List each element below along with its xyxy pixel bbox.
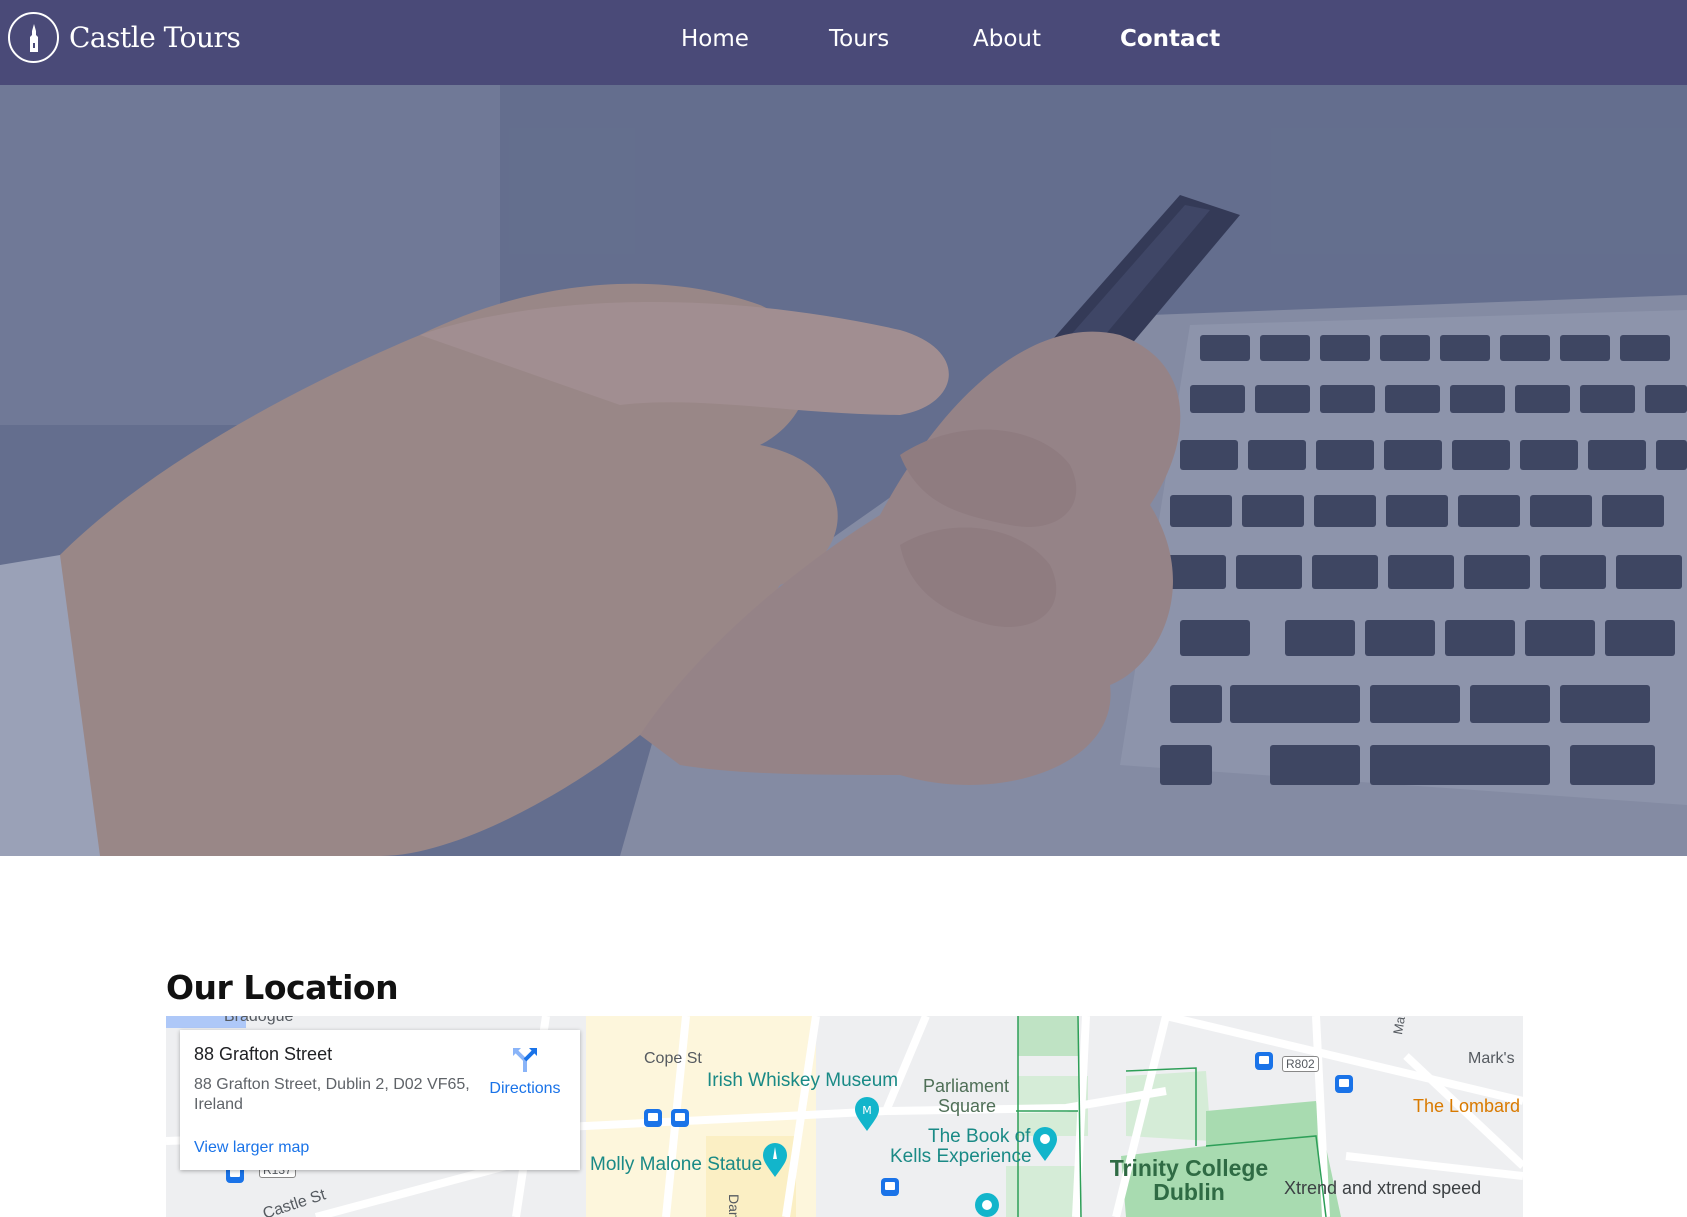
main-nav: Home Tours About Contact: [0, 0, 1687, 85]
site-header: Castle Tours Home Tours About Contact: [0, 0, 1687, 85]
map-label-molly-malone[interactable]: Molly Malone Statue: [590, 1154, 762, 1176]
hero-overlay: [0, 85, 1687, 856]
view-larger-map-link[interactable]: View larger map: [194, 1139, 309, 1157]
map-info-card: 88 Grafton Street 88 Grafton Street, Dub…: [180, 1030, 580, 1170]
directions-button[interactable]: Directions: [480, 1044, 570, 1098]
nav-about[interactable]: About: [973, 26, 1041, 52]
art-gallery-pin-icon[interactable]: [974, 1192, 1000, 1217]
map-label-cope-st: Cope St: [644, 1050, 702, 1067]
nav-contact[interactable]: Contact: [1120, 26, 1220, 52]
museum-pin-icon[interactable]: M: [854, 1096, 880, 1132]
map-label-dame: Dame: [726, 1194, 742, 1217]
nav-home[interactable]: Home: [681, 26, 749, 52]
map-label-square: Square: [938, 1096, 997, 1116]
map-label-trinity-college-2[interactable]: Dublin: [1104, 1180, 1274, 1204]
directions-label: Directions: [489, 1080, 561, 1097]
bus-stop-icon[interactable]: [881, 1178, 899, 1196]
map-label-r802: R802: [1282, 1056, 1319, 1072]
hero-image: [0, 85, 1687, 856]
map-label-marks: Mark's: [1468, 1050, 1515, 1067]
map-label-book-of-kells-2[interactable]: Kells Experience: [890, 1146, 1032, 1168]
map-label-book-of-kells-1[interactable]: The Book of: [928, 1126, 1030, 1148]
map-label-trinity-college-1[interactable]: Trinity College: [1104, 1156, 1274, 1180]
bus-stop-icon[interactable]: [1255, 1052, 1273, 1070]
map-label-bradogue: Bradogue: [224, 1016, 294, 1025]
map-label-irish-whiskey-museum[interactable]: Irish Whiskey Museum: [707, 1070, 898, 1092]
nav-tours[interactable]: Tours: [829, 26, 889, 52]
embedded-map[interactable]: Bradogue Cope St Irish Whiskey Museum Pa…: [166, 1016, 1523, 1217]
place-address: 88 Grafton Street, Dublin 2, D02 VF65, I…: [194, 1076, 470, 1113]
map-label-xtrend[interactable]: Xtrend and xtrend speed: [1284, 1178, 1481, 1199]
map-label-parliament: Parliament: [923, 1076, 1010, 1096]
camera-pin-icon[interactable]: [1032, 1126, 1058, 1162]
map-label-ma: Ma: [1390, 1016, 1408, 1036]
place-name: 88 Grafton Street: [194, 1044, 333, 1064]
directions-icon: [513, 1048, 537, 1072]
bus-stop-icon[interactable]: [1335, 1075, 1353, 1093]
svg-text:M: M: [862, 1104, 872, 1117]
monument-pin-icon[interactable]: [762, 1142, 788, 1178]
bus-stop-icon[interactable]: [671, 1109, 689, 1127]
map-label-the-lombard[interactable]: The Lombard: [1413, 1096, 1520, 1117]
bus-stop-icon[interactable]: [644, 1109, 662, 1127]
location-heading: Our Location: [166, 968, 399, 1007]
